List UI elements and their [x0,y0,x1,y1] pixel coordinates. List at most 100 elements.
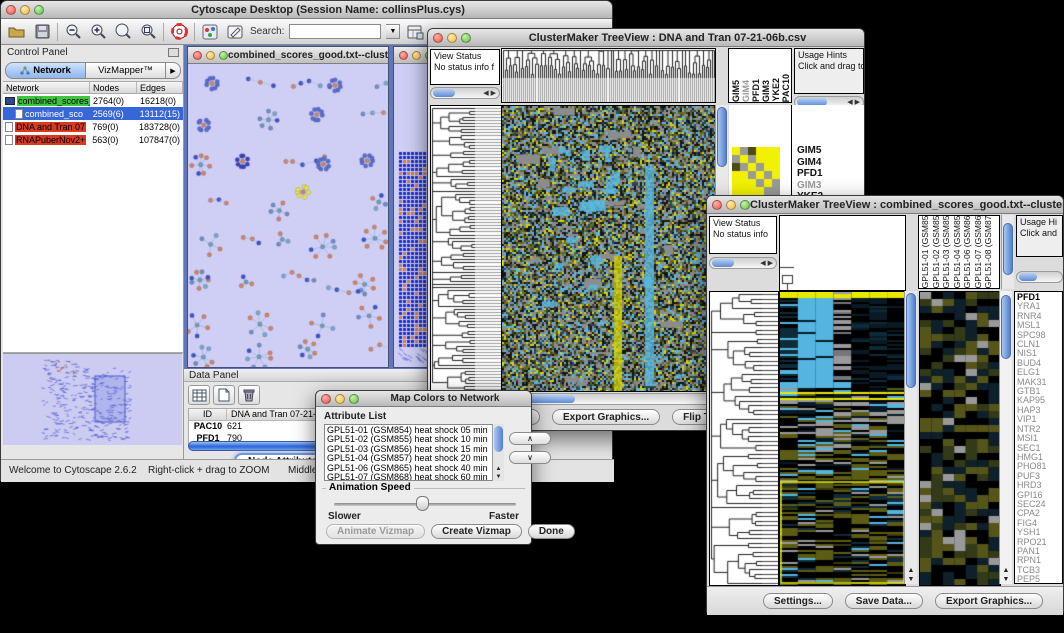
help-icon[interactable] [169,22,189,42]
float-panel-icon[interactable] [168,48,179,57]
zoom-actual-icon[interactable] [113,22,133,42]
tree2-column-labels: GPL51-01 (GSM854)GPL51-02 (GSM855)GPL51-… [918,215,1000,289]
network-canvas-1[interactable] [188,64,388,367]
zoom-button[interactable] [461,33,471,43]
network-list-row[interactable]: RNAPuberNov2+ 563(0) 107847(0) [3,133,183,146]
tree2-row-dendrogram[interactable] [709,291,779,586]
faster-label: Faster [489,511,519,522]
tree1-mini-heatmap[interactable] [732,147,780,195]
minimize-button[interactable] [412,51,421,60]
done-button[interactable]: Done [528,524,575,539]
close-button[interactable] [399,51,408,60]
tab-network[interactable]: Network [5,62,86,79]
close-button[interactable] [433,33,443,43]
close-button[interactable] [321,394,331,404]
minimize-button[interactable] [20,5,30,15]
dialog-titlebar[interactable]: Map Colors to Network [316,391,531,407]
animate-vizmap-button[interactable]: Animate Vizmap [326,524,425,539]
gene-list-item[interactable]: PEP5 [1017,575,1060,584]
main-titlebar[interactable]: Cytoscape Desktop (Session Name: collins… [1,1,612,19]
close-button[interactable] [193,51,202,60]
network-window1-titlebar[interactable]: combined_scores_good.txt--cluste... [188,47,388,64]
attribute-list-label: Attribute List [324,411,386,422]
tree1-row-dendrogram[interactable] [430,105,502,392]
data-panel-title: Data Panel [189,370,238,381]
zoom-button[interactable] [740,200,750,210]
network-view-window-1: combined_scores_good.txt--cluste... [187,46,389,368]
main-window-title: Cytoscape Desktop (Session Name: collins… [44,4,612,16]
minimize-button[interactable] [447,33,457,43]
tree2-button-bar: Settings... Save Data... Export Graphics..… [707,586,1063,615]
tab-overflow-icon[interactable]: ▶ [166,62,181,79]
window-controls[interactable] [6,5,44,15]
tree2-column-dendrogram[interactable] [779,215,906,291]
status-welcome: Welcome to Cytoscape 2.6.2 [9,465,137,476]
tree2-action-button[interactable]: Export Graphics... [935,593,1043,609]
tree1-titlebar[interactable]: ClusterMaker TreeView : DNA and Tran 07-… [428,29,864,47]
tree1-column-dendrogram[interactable] [501,48,716,103]
tree1-status-scrollbar[interactable]: ◀ ▶ [430,87,500,99]
zoom-button[interactable] [219,51,228,60]
delete-attribute-icon[interactable] [238,385,260,405]
network-list-row[interactable]: DNA and Tran 07 769(0) 183728(0) [3,120,183,133]
animation-speed-slider-thumb[interactable] [416,496,429,511]
zoom-button[interactable] [349,394,359,404]
zoom-out-icon[interactable] [63,22,83,42]
dialog-title: Map Colors to Network [359,393,531,404]
tree2-titlebar[interactable]: ClusterMaker TreeView : combined_scores_… [707,196,1063,214]
network-overview-thumbnail[interactable] [3,353,182,445]
tab-vizmapper[interactable]: VizMapper™ [86,62,166,79]
tree1-column-labels: GIM5GIM4PFD1GIM3YKE2PAC10 [728,48,792,103]
tree2-action-button[interactable]: Settings... [763,593,833,609]
close-button[interactable] [712,200,722,210]
tree2-action-button[interactable]: Save Data... [845,593,923,609]
network-list-row[interactable]: combined_sco 2569(6) 13112(15) [3,107,183,120]
new-attribute-icon[interactable] [213,385,235,405]
create-vizmap-button[interactable]: Create Vizmap [431,524,522,539]
col-id[interactable]: ID [189,409,227,420]
col-edges[interactable]: Edges [137,82,183,93]
control-panel-title: Control Panel [7,47,68,58]
move-up-button[interactable]: ∧ [509,432,551,445]
network-list-empty-area [3,146,183,353]
zoom-button[interactable] [34,5,44,15]
tree1-title: ClusterMaker TreeView : DNA and Tran 07-… [471,32,864,44]
tree2-usage-hints: Usage HiClick and [1016,215,1063,257]
tree2-status-scrollbar[interactable]: ◀ ▶ [709,257,777,269]
open-session-icon[interactable] [7,22,27,42]
tree2-heatmap-scrollbar[interactable]: ▲▼ [904,291,917,584]
tree2-hints-scrollbar[interactable] [1016,271,1063,283]
minimize-button[interactable] [206,51,215,60]
status-zoom-hint: Right-click + drag to ZOOM [148,465,269,476]
save-session-icon[interactable] [32,22,52,42]
annotation-icon[interactable] [225,22,245,42]
tree2-zoom-scrollbar[interactable]: ▲▼ [999,291,1012,584]
tree2-heatmap[interactable] [779,291,906,586]
tree1-export-graphics-button[interactable]: Export Graphics... [552,409,660,425]
attribute-list-scrollbar[interactable]: ▲▼ [492,424,504,481]
attribute-list-item[interactable]: GPL51-07 (GSM868) heat shock 60 min [327,473,501,481]
zoom-fit-icon[interactable] [138,22,158,42]
attribute-list[interactable]: GPL51-01 (GSM854) heat shock 05 minGPL51… [324,424,504,481]
tree1-horizontal-scrollbar[interactable] [501,393,714,405]
col-network[interactable]: Network [3,82,90,93]
minimize-button[interactable] [726,200,736,210]
tree2-zoom-heatmap[interactable] [919,291,1001,586]
tree1-heatmap[interactable] [501,105,716,392]
tree2-labels-scrollbar[interactable] [1001,215,1014,289]
col-nodes[interactable]: Nodes [90,82,137,93]
data-table-icon[interactable] [405,22,425,42]
vizmapper-icon[interactable] [200,22,220,42]
network-list: Network Nodes Edges combined_scores_ 276… [3,81,183,146]
move-down-button[interactable]: ∨ [509,451,551,464]
tree1-usage-hints: Usage HintsClick and drag tc [794,48,864,94]
search-input[interactable] [289,24,381,39]
close-button[interactable] [6,5,16,15]
tree2-gene-list[interactable]: PFD1YRA1RNR4MSL1SPC98CLN1NIS1BUD4ELG1MAK… [1014,291,1063,584]
slower-label: Slower [328,511,361,522]
search-dropdown-icon[interactable]: ▼ [386,24,400,39]
minimize-button[interactable] [335,394,345,404]
network-list-row[interactable]: combined_scores_ 2764(0) 16218(0) [3,94,183,107]
select-attributes-icon[interactable] [188,385,210,405]
zoom-in-icon[interactable] [88,22,108,42]
